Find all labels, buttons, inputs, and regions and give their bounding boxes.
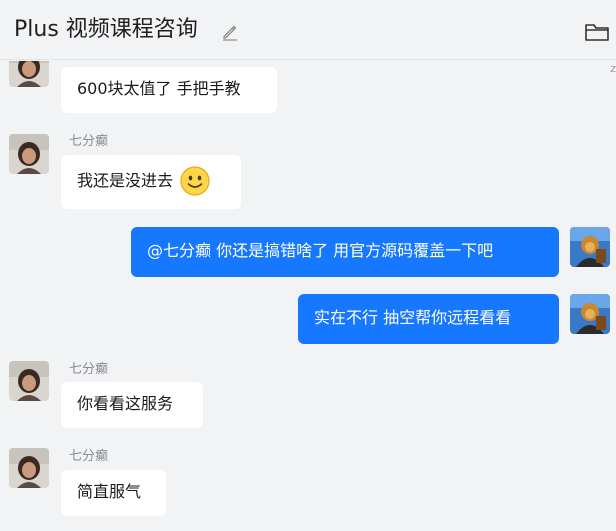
avatar-self[interactable] [570, 294, 610, 334]
message-bubble[interactable]: 我还是没进去 [61, 155, 241, 209]
message-bubble[interactable]: 你看看这服务 [61, 382, 203, 428]
message-text: 简直服气 [77, 482, 142, 501]
chat-title: Plus 视频课程咨询 [14, 17, 198, 42]
sender-name: 七分癫 [69, 449, 109, 464]
sender-name: 七分癫 [69, 134, 109, 149]
smile-emoji-icon [180, 166, 210, 196]
message-text: 600块太值了 手把手教 [77, 79, 241, 98]
message-list[interactable]: 600块太值了 手把手教 七分癫 我还是没进去 @七分癫 你还是搞错啥了 用官方… [0, 61, 616, 531]
edit-pencil-icon[interactable] [221, 23, 239, 41]
folder-icon[interactable] [584, 21, 610, 43]
sender-name: 七分癫 [69, 362, 109, 377]
avatar-image [9, 134, 49, 174]
message-text: 我还是没进去 [77, 171, 174, 190]
avatar-image [9, 361, 49, 401]
avatar-image [570, 294, 610, 334]
avatar-qifendian[interactable] [9, 448, 49, 488]
message-text: 实在不行 抽空帮你远程看看 [314, 308, 512, 327]
avatar-image [9, 448, 49, 488]
avatar-image [9, 61, 49, 87]
message-text: 你看看这服务 [77, 394, 174, 413]
avatar-qifendian[interactable] [9, 134, 49, 174]
chat-window: Plus 视频课程咨询 z 600块太值了 手把手教 七分癫 我还是没进去 @七… [0, 0, 616, 531]
message-bubble[interactable]: 实在不行 抽空帮你远程看看 [298, 294, 559, 344]
avatar-self[interactable] [570, 227, 610, 267]
message-bubble[interactable]: @七分癫 你还是搞错啥了 用官方源码覆盖一下吧 [131, 227, 559, 277]
avatar-qifendian[interactable] [9, 61, 49, 87]
avatar-image [570, 227, 610, 267]
message-text: @七分癫 你还是搞错啥了 用官方源码覆盖一下吧 [147, 241, 494, 260]
message-bubble[interactable]: 600块太值了 手把手教 [61, 67, 277, 113]
chat-header: Plus 视频课程咨询 [0, 0, 616, 60]
message-bubble[interactable]: 简直服气 [61, 470, 166, 516]
avatar-qifendian[interactable] [9, 361, 49, 401]
